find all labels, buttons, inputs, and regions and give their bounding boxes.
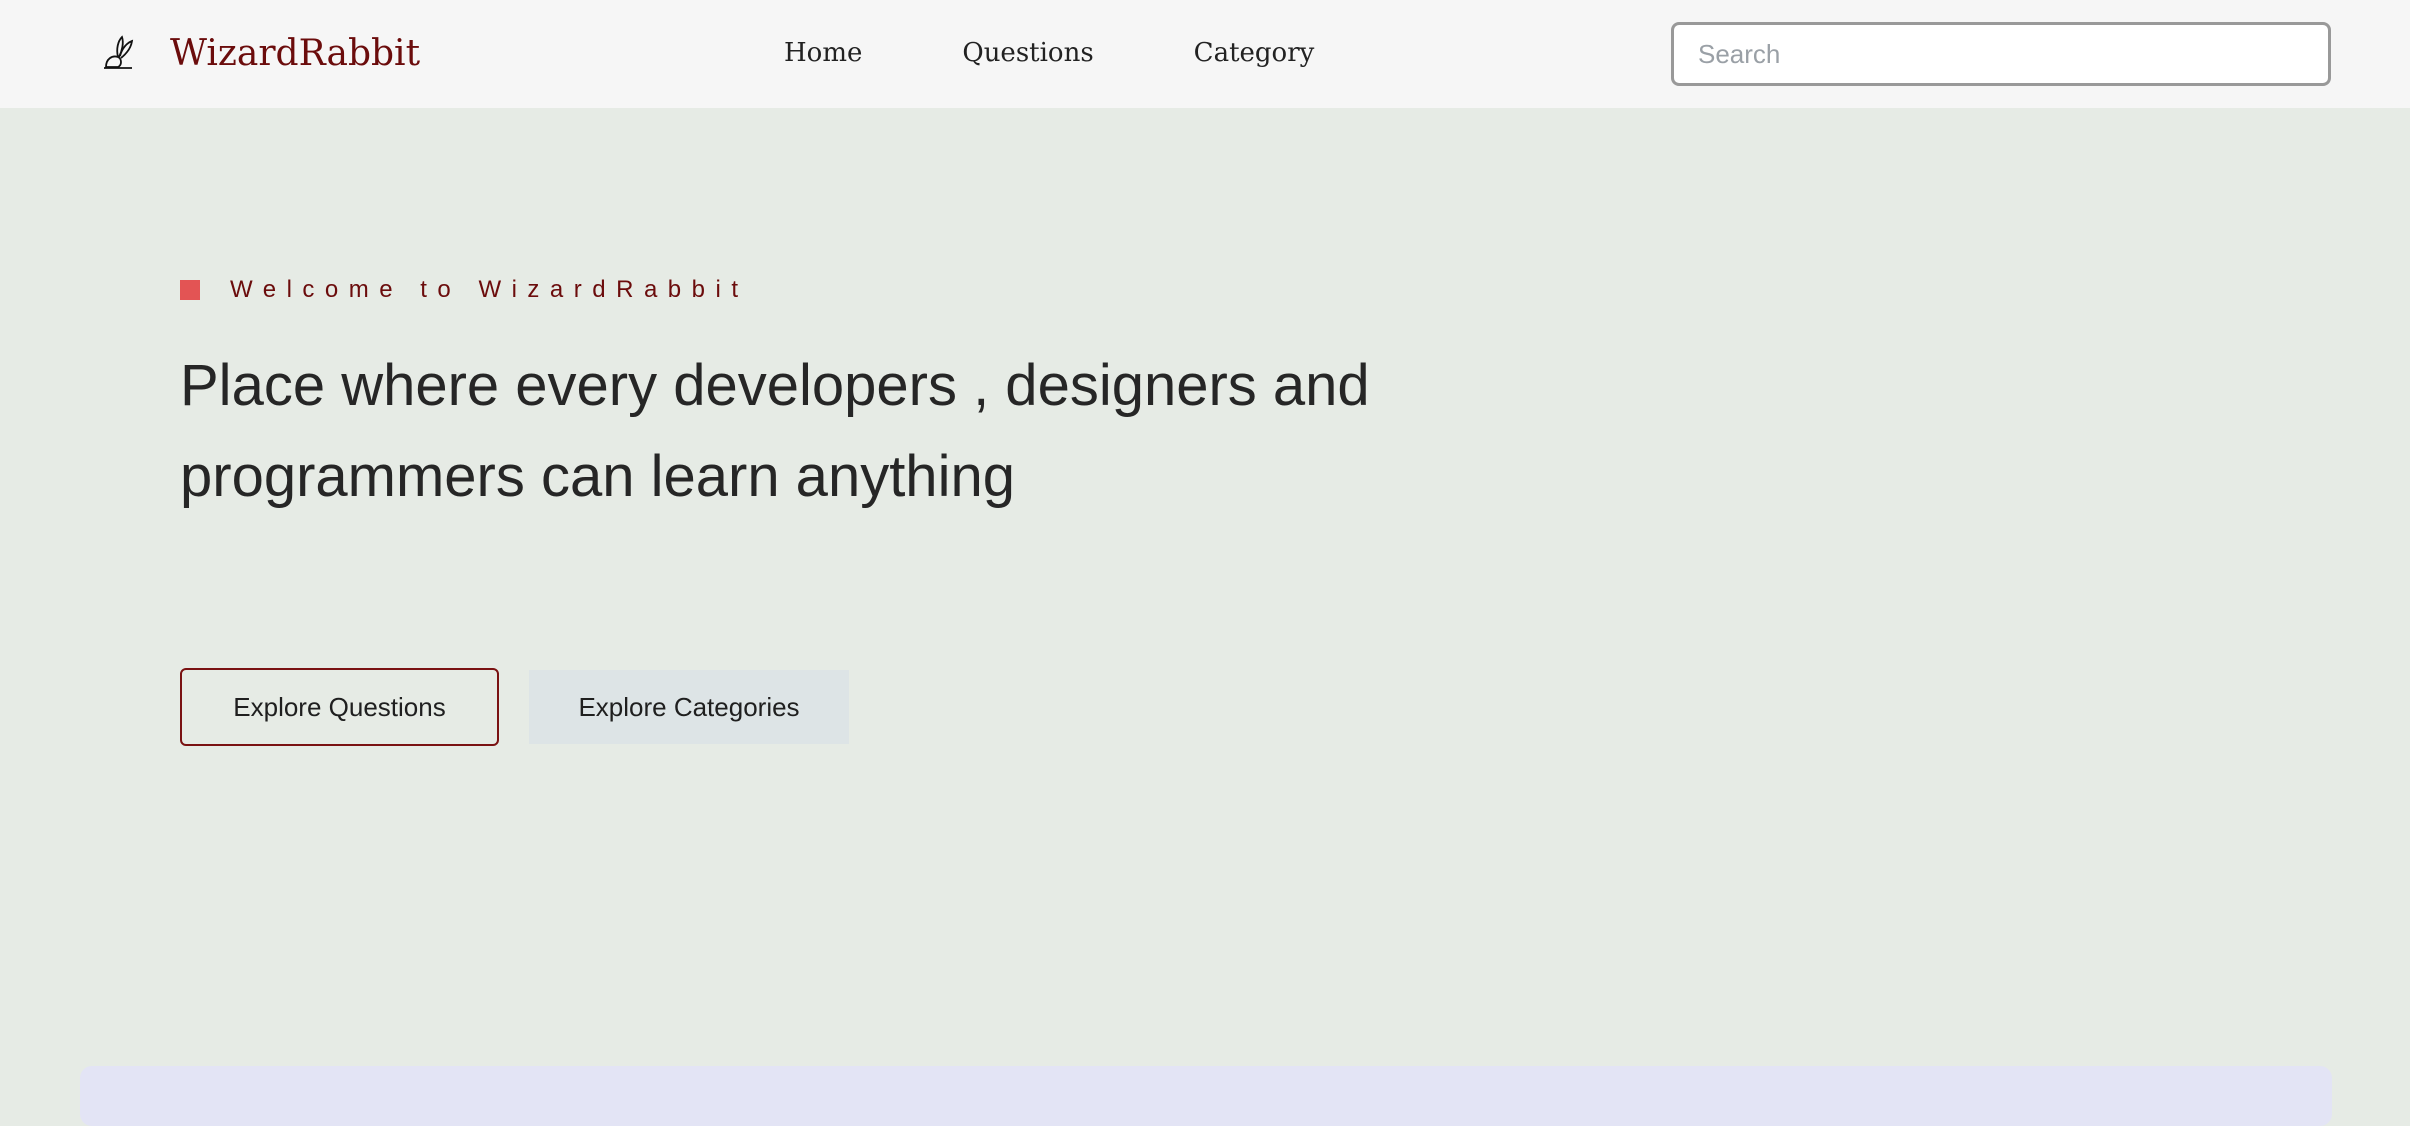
brand-link[interactable]: WizardRabbit	[102, 18, 420, 88]
welcome-eyebrow: Welcome to WizardRabbit	[180, 276, 748, 304]
content-card	[80, 1066, 2332, 1126]
welcome-text: Welcome to WizardRabbit	[230, 276, 749, 303]
accent-square-icon	[180, 280, 200, 300]
main-nav: Home Questions Category	[762, 30, 1314, 76]
rabbit-logo-icon	[104, 35, 134, 69]
nav-questions[interactable]: Questions	[962, 30, 1093, 76]
hero-headline: Place where every developers , designers…	[180, 353, 1370, 509]
explore-categories-button[interactable]: Explore Categories	[529, 670, 849, 744]
search-input[interactable]	[1671, 22, 2331, 86]
nav-category[interactable]: Category	[1194, 30, 1315, 76]
explore-questions-button[interactable]: Explore Questions	[180, 668, 499, 746]
brand-name: WizardRabbit	[170, 32, 421, 74]
navbar: WizardRabbit Home Questions Category	[0, 0, 2410, 108]
nav-home[interactable]: Home	[784, 30, 862, 76]
